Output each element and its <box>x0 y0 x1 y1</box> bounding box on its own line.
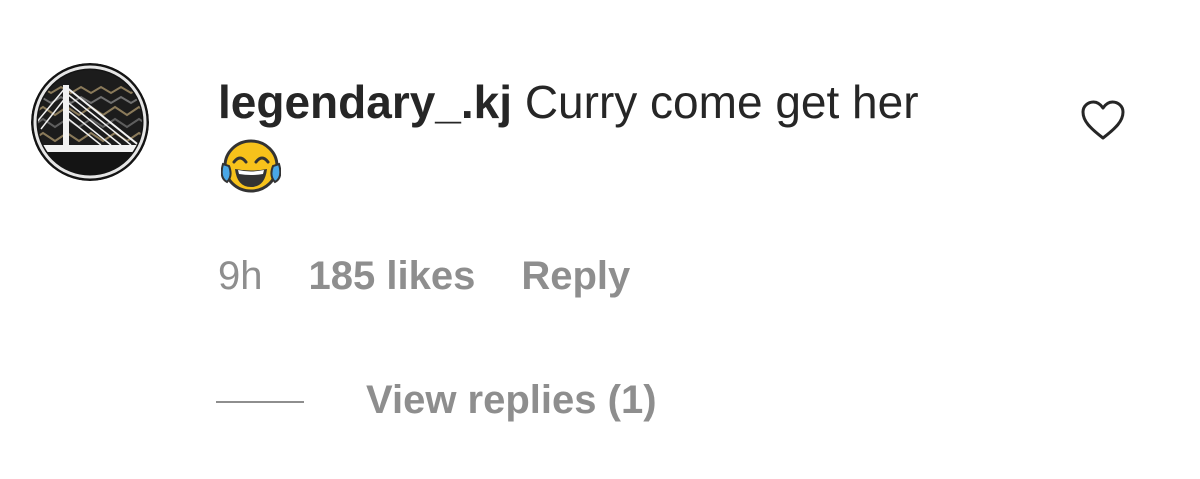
comment: legendary_.kj Curry come get her 9h 185 … <box>0 0 1200 479</box>
replies-divider <box>216 401 304 403</box>
comment-meta: 9h 185 likes Reply <box>218 248 630 304</box>
view-replies-button[interactable]: View replies (1) <box>366 372 657 428</box>
laughing-emoji <box>221 138 281 194</box>
comment-text-line: legendary_.kj Curry come get her <box>218 72 919 132</box>
comment-like-count[interactable]: 185 likes <box>309 254 476 299</box>
reply-button[interactable]: Reply <box>521 254 630 299</box>
heart-outline-icon[interactable] <box>1078 96 1128 146</box>
avatar[interactable] <box>31 63 149 181</box>
bridge-logo-icon <box>31 63 149 181</box>
comment-username[interactable]: legendary_.kj <box>218 76 512 128</box>
comment-text: Curry come get her <box>524 76 919 128</box>
comment-timestamp[interactable]: 9h <box>218 254 263 299</box>
